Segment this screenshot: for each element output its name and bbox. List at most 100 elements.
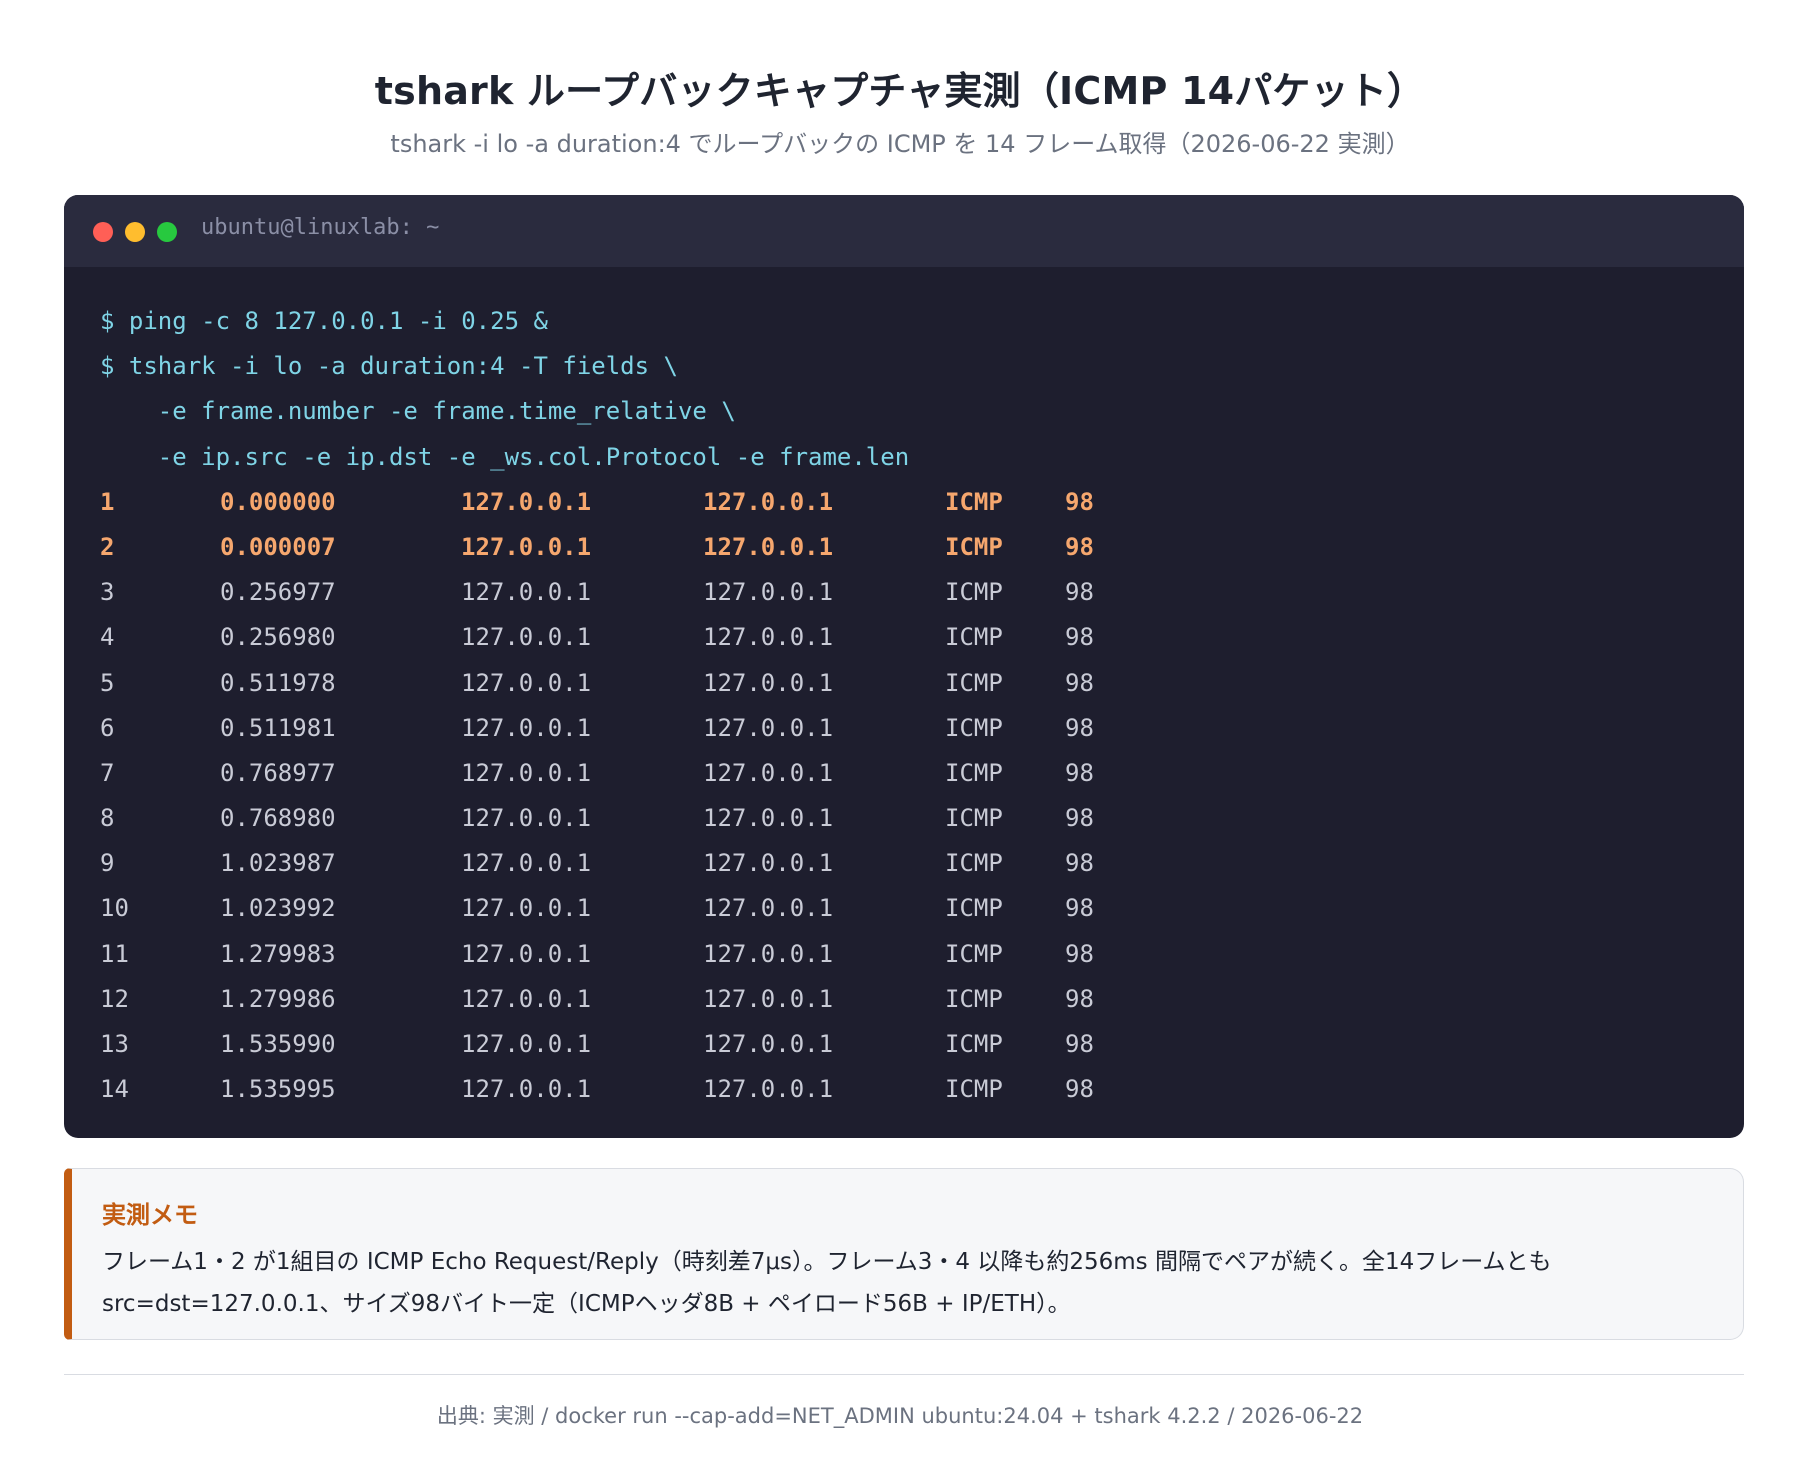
ip-dst-cell: 127.0.0.1	[703, 668, 834, 697]
capture-row: 6 0.511981 127.0.0.1 127.0.0.1 ICMP 98	[100, 706, 1094, 751]
frame-number-cell: 12	[100, 984, 129, 1013]
frame-number-cell: 1	[100, 487, 115, 516]
terminal-window[interactable]: ubuntu@linuxlab: ~ $ ping -c 8 127.0.0.1…	[64, 195, 1744, 1138]
frame-number-cell: 11	[100, 939, 129, 968]
frame-len-cell: 98	[1065, 894, 1094, 923]
ip-dst-cell: 127.0.0.1	[703, 984, 834, 1013]
frame-len-cell: 98	[1065, 713, 1094, 742]
ip-src-cell: 127.0.0.1	[461, 713, 592, 742]
capture-row: 1 0.000000 127.0.0.1 127.0.0.1 ICMP 98	[100, 480, 1094, 525]
frame-time-cell: 0.000007	[220, 532, 336, 561]
protocol-cell: ICMP	[945, 623, 1003, 652]
frame-number-cell: 14	[100, 1075, 129, 1104]
capture-row: 5 0.511978 127.0.0.1 127.0.0.1 ICMP 98	[100, 661, 1094, 706]
frame-time-cell: 0.256977	[220, 578, 336, 607]
terminal-title: ubuntu@linuxlab: ~	[201, 215, 440, 240]
capture-row: 13 1.535990 127.0.0.1 127.0.0.1 ICMP 98	[100, 1022, 1094, 1067]
maximize-window-icon[interactable]	[157, 222, 177, 242]
close-window-icon[interactable]	[93, 222, 113, 242]
ip-dst-cell: 127.0.0.1	[703, 487, 834, 516]
frame-number-cell: 4	[100, 623, 115, 652]
ip-dst-cell: 127.0.0.1	[703, 532, 834, 561]
capture-row: 7 0.768977 127.0.0.1 127.0.0.1 ICMP 98	[100, 751, 1094, 796]
protocol-cell: ICMP	[945, 849, 1003, 878]
ip-src-cell: 127.0.0.1	[461, 804, 592, 833]
ip-dst-cell: 127.0.0.1	[703, 849, 834, 878]
frame-time-cell: 0.511978	[220, 668, 336, 697]
ip-dst-cell: 127.0.0.1	[703, 804, 834, 833]
capture-row: 12 1.279986 127.0.0.1 127.0.0.1 ICMP 98	[100, 977, 1094, 1022]
ip-src-cell: 127.0.0.1	[461, 532, 592, 561]
frame-time-cell: 1.279983	[220, 939, 336, 968]
ip-src-cell: 127.0.0.1	[461, 668, 592, 697]
protocol-cell: ICMP	[945, 1030, 1003, 1058]
capture-row: 3 0.256977 127.0.0.1 127.0.0.1 ICMP 98	[100, 570, 1094, 615]
page-subtitle: tshark -i lo -a duration:4 でループバックの ICMP…	[390, 130, 1410, 158]
ip-dst-cell: 127.0.0.1	[703, 758, 834, 787]
ip-src-cell: 127.0.0.1	[461, 1030, 592, 1058]
frame-time-cell: 0.768980	[220, 804, 336, 833]
terminal-titlebar[interactable]: ubuntu@linuxlab: ~	[64, 195, 1744, 267]
protocol-cell: ICMP	[945, 758, 1003, 787]
terminal-output[interactable]: $ ping -c 8 127.0.0.1 -i 0.25 & $ tshark…	[100, 299, 1094, 1113]
frame-time-cell: 0.511981	[220, 713, 336, 742]
protocol-cell: ICMP	[945, 939, 1003, 968]
capture-row: 10 1.023992 127.0.0.1 127.0.0.1 ICMP 98	[100, 886, 1094, 931]
frame-time-cell: 1.535990	[220, 1030, 336, 1058]
ip-src-cell: 127.0.0.1	[461, 758, 592, 787]
ip-src-cell: 127.0.0.1	[461, 623, 592, 652]
protocol-cell: ICMP	[945, 894, 1003, 923]
frame-len-cell: 98	[1065, 939, 1094, 968]
frame-len-cell: 98	[1065, 1075, 1094, 1104]
frame-len-cell: 98	[1065, 668, 1094, 697]
frame-number-cell: 2	[100, 532, 115, 561]
capture-rows: 1 0.000000 127.0.0.1 127.0.0.1 ICMP 98 2 0.0000…	[100, 480, 1094, 1113]
ip-src-cell: 127.0.0.1	[461, 894, 592, 923]
frame-len-cell: 98	[1065, 804, 1094, 833]
protocol-cell: ICMP	[945, 578, 1003, 607]
frame-number-cell: 3	[100, 578, 115, 607]
protocol-cell: ICMP	[945, 804, 1003, 833]
frame-time-cell: 1.023992	[220, 894, 336, 923]
ip-dst-cell: 127.0.0.1	[703, 713, 834, 742]
memo-text: フレーム1・2 が1組目の ICMP Echo Request/Reply（時刻…	[102, 1249, 1552, 1317]
frame-number-cell: 8	[100, 804, 115, 833]
capture-row: 8 0.768980 127.0.0.1 127.0.0.1 ICMP 98	[100, 796, 1094, 841]
frame-time-cell: 0.000000	[220, 487, 336, 516]
footer-divider	[64, 1374, 1744, 1375]
protocol-cell: ICMP	[945, 984, 1003, 1013]
capture-row: 2 0.000007 127.0.0.1 127.0.0.1 ICMP 98	[100, 525, 1094, 570]
protocol-cell: ICMP	[945, 713, 1003, 742]
ip-src-cell: 127.0.0.1	[461, 849, 592, 878]
capture-row: 4 0.256980 127.0.0.1 127.0.0.1 ICMP 98	[100, 615, 1094, 660]
frame-time-cell: 0.256980	[220, 623, 336, 652]
frame-len-cell: 98	[1065, 623, 1094, 652]
frame-number-cell: 6	[100, 713, 115, 742]
frame-len-cell: 98	[1065, 984, 1094, 1013]
ip-dst-cell: 127.0.0.1	[703, 578, 834, 607]
frame-len-cell: 98	[1065, 849, 1094, 878]
frame-number-cell: 9	[100, 849, 115, 878]
protocol-cell: ICMP	[945, 532, 1003, 561]
minimize-window-icon[interactable]	[125, 222, 145, 242]
ip-src-cell: 127.0.0.1	[461, 487, 592, 516]
frame-time-cell: 1.023987	[220, 849, 336, 878]
command-line: -e ip.src -e ip.dst -e _ws.col.Protocol …	[100, 442, 910, 471]
frame-time-cell: 1.279986	[220, 984, 336, 1013]
frame-len-cell: 98	[1065, 758, 1094, 787]
ip-dst-cell: 127.0.0.1	[703, 1075, 834, 1104]
command-line: -e frame.number -e frame.time_relative \	[100, 397, 736, 426]
ip-src-cell: 127.0.0.1	[461, 578, 592, 607]
capture-row: 9 1.023987 127.0.0.1 127.0.0.1 ICMP 98	[100, 841, 1094, 886]
command-line: $ tshark -i lo -a duration:4 -T fields \	[100, 352, 678, 381]
source-footer: 出典: 実測 / docker run --cap-add=NET_ADMIN …	[436, 1404, 1364, 1428]
ip-dst-cell: 127.0.0.1	[703, 1030, 834, 1058]
page-title: tshark ループバックキャプチャ実測（ICMP 14パケット）	[374, 69, 1426, 113]
command-line: $ ping -c 8 127.0.0.1 -i 0.25 &	[100, 307, 548, 335]
protocol-cell: ICMP	[945, 1075, 1003, 1104]
frame-number-cell: 5	[100, 668, 115, 697]
frame-time-cell: 1.535995	[220, 1075, 336, 1104]
ip-src-cell: 127.0.0.1	[461, 984, 592, 1013]
frame-number-cell: 13	[100, 1030, 129, 1058]
protocol-cell: ICMP	[945, 668, 1003, 697]
